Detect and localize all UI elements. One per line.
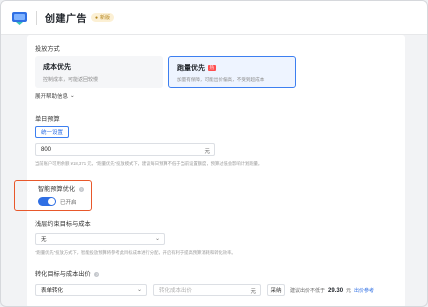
app-logo-icon bbox=[11, 9, 28, 26]
expand-help-text: 展开帮助信息 bbox=[35, 94, 69, 100]
page-title: 创建广告 bbox=[45, 14, 87, 25]
option-volume-first-desc: 加量有保障，可能出价偏高，不受到超成本 bbox=[177, 77, 265, 82]
option-cost-first-desc: 控制成本，可能返回较慢 bbox=[43, 77, 99, 83]
chevron-down-icon: ⌄ bbox=[70, 93, 75, 99]
smart-budget-toggle[interactable] bbox=[38, 197, 56, 206]
shallow-goal-select[interactable]: 无 ⌄ bbox=[35, 233, 165, 245]
smart-budget-toggle-label: 已开启 bbox=[60, 200, 77, 206]
conversion-goal-select-value: 表单转化 bbox=[41, 288, 64, 294]
conversion-cost-placeholder: 转化成本出价 bbox=[159, 288, 193, 294]
title-divider bbox=[36, 10, 37, 25]
daily-budget-unit: 元 bbox=[204, 149, 210, 155]
ad-form-card: 投放方式 成本优先 控制成本，可能返回较慢 跑量优先 热 加量有保障，可能出价偏… bbox=[27, 35, 405, 306]
unified-setting-button[interactable]: 统一设置 bbox=[35, 126, 69, 138]
daily-budget-label: 单日预算 bbox=[35, 116, 60, 123]
version-badge-label: 新版 bbox=[100, 15, 111, 21]
hot-tag: 热 bbox=[208, 65, 216, 71]
shallow-goal-hint: "跑量优先"投放方式下，智能投放预算将参考此目标成本进行分配，开启有利于提高预算… bbox=[35, 250, 236, 255]
smart-budget-label-text: 智能预算优化 bbox=[38, 186, 76, 193]
recommend-bid: 建议出价不低于 29.30 元 出价参考 bbox=[290, 287, 374, 295]
daily-budget-input[interactable]: 800 元 bbox=[35, 143, 215, 156]
conversion-cost-input[interactable]: 转化成本出价 元 bbox=[153, 284, 261, 296]
badge-dot-icon: ● bbox=[95, 14, 99, 21]
option-volume-first-title: 跑量优先 热 bbox=[177, 63, 287, 73]
option-cost-first-title-text: 成本优先 bbox=[43, 64, 71, 71]
option-cost-first[interactable]: 成本优先 控制成本，可能返回较慢 bbox=[35, 56, 163, 88]
smart-budget-label: 智能预算优化 ? bbox=[38, 184, 84, 193]
app-window: 创建广告 ● 新版 投放方式 成本优先 控制成本，可能返回较慢 跑量优先 热 加… bbox=[0, 0, 428, 307]
help-icon[interactable]: ? bbox=[94, 271, 100, 277]
recommend-value: 29.30 bbox=[328, 287, 344, 294]
delivery-mode-label: 投放方式 bbox=[35, 46, 60, 53]
daily-budget-hint: 当前账户可用余额 ¥18,371 元，"跑量优先"投放模式下，建议每日预算不低于… bbox=[35, 161, 263, 166]
adopt-button[interactable]: 采纳 bbox=[267, 284, 285, 296]
version-badge: ● 新版 bbox=[91, 13, 115, 22]
chevron-down-icon: ⌄ bbox=[154, 236, 160, 242]
conversion-goal-label: 转化目标与成本出价 ? bbox=[35, 269, 100, 278]
help-icon[interactable]: ? bbox=[78, 186, 84, 192]
expand-help-link[interactable]: 展开帮助信息 ⌄ bbox=[35, 92, 75, 100]
conversion-goal-label-text: 转化目标与成本出价 bbox=[35, 271, 91, 278]
option-volume-first-title-text: 跑量优先 bbox=[177, 65, 205, 72]
conversion-goal-select[interactable]: 表单转化 ⌄ bbox=[35, 284, 147, 296]
toggle-knob bbox=[48, 198, 55, 205]
bid-reference-link[interactable]: 出价参考 bbox=[354, 287, 374, 294]
chevron-down-icon: ⌄ bbox=[136, 287, 142, 293]
recommend-unit: 元 bbox=[346, 288, 352, 294]
daily-budget-value: 800 bbox=[41, 146, 52, 153]
shallow-goal-select-value: 无 bbox=[41, 237, 47, 243]
recommend-label: 建议出价不低于 bbox=[290, 288, 326, 294]
conversion-cost-unit: 元 bbox=[250, 289, 256, 295]
option-volume-first[interactable]: 跑量优先 热 加量有保障，可能出价偏高，不受到超成本 bbox=[168, 56, 296, 88]
top-bar: 创建广告 ● 新版 bbox=[1, 1, 427, 35]
shallow-goal-label: 浅层约束目标与成本 bbox=[35, 221, 91, 228]
option-cost-first-title: 成本优先 bbox=[43, 62, 155, 72]
